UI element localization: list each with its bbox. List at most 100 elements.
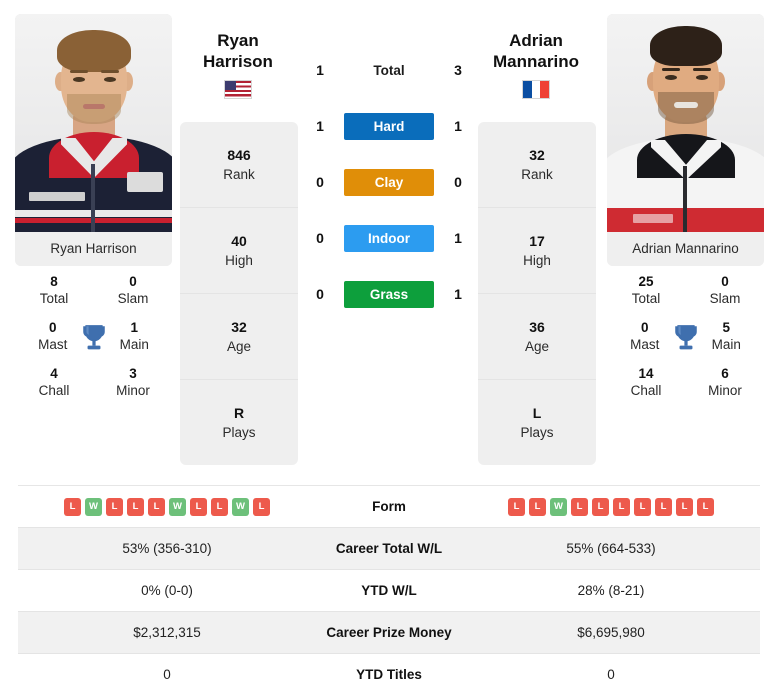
form-badge[interactable]: L <box>211 497 228 516</box>
form-badge[interactable]: L <box>634 497 651 516</box>
h2h-left-count: 0 <box>316 230 324 246</box>
surface-label-grass[interactable]: Grass <box>344 280 434 308</box>
titles-mast-right: 0 Mast <box>630 320 660 352</box>
h2h-surface-cell: Hard <box>337 112 441 140</box>
table-row-label: YTD W/L <box>361 583 417 598</box>
stat-rank-right: 32 Rank <box>478 122 596 208</box>
titles-minor-right: 6 Minor <box>708 366 742 398</box>
titles-main-left: 1 Main <box>119 320 149 352</box>
form-badge[interactable]: L <box>697 497 714 516</box>
form-badge[interactable]: L <box>253 497 270 516</box>
h2h-surface-cell: Indoor <box>337 224 441 252</box>
h2h-left-count: 1 <box>316 62 324 78</box>
table-cell-right: 0 <box>607 667 615 682</box>
player-portrait-right <box>607 14 764 232</box>
stat-label: High <box>225 252 253 268</box>
table-row: 53% (356-310) Career Total W/L 55% (664-53… <box>18 527 760 570</box>
player-portrait-left <box>15 14 172 232</box>
titles-row: 25 Total 0 Slam <box>607 274 764 308</box>
head-to-head-surfaces: 1 Total 3 1 Hard 1 0 Clay 0 0 Indoor 1 0 Grass 1 <box>303 56 475 308</box>
table-row: $2,312,315 Career Prize Money $6,695,980 <box>18 611 760 654</box>
form-badge[interactable]: L <box>655 497 672 516</box>
form-badge[interactable]: L <box>529 497 546 516</box>
stat-label: Age <box>226 338 252 354</box>
h2h-right-count: 1 <box>454 286 462 302</box>
player-comparison-page: Ryan Harrison Adrian Mannarino Ryan Harr… <box>0 0 779 699</box>
player-stats-card-right: 32 Rank 17 High 36 Age L Plays <box>478 122 596 465</box>
stat-value: 846 <box>227 146 251 163</box>
table-cell-left: $2,312,315 <box>133 625 201 640</box>
form-badge[interactable]: L <box>571 497 588 516</box>
titles-row: 0 Mast 5 Main <box>607 320 764 354</box>
surface-label-hard[interactable]: Hard <box>344 112 434 140</box>
stat-value: 17 <box>529 232 545 249</box>
form-badge[interactable]: L <box>64 497 81 516</box>
table-row-label: Career Total W/L <box>335 541 443 556</box>
surface-label-clay[interactable]: Clay <box>344 168 434 196</box>
comparison-table: L W L L L W L L W L Form L L W L L L L L L L 53% (356-310) Car… <box>18 485 760 695</box>
table-cell-right: 55% (664-533) <box>566 541 656 556</box>
table-cell-right: 28% (8-21) <box>577 583 645 598</box>
form-badge[interactable]: L <box>190 497 207 516</box>
trophy-icon <box>674 325 697 350</box>
form-badge[interactable]: L <box>127 497 144 516</box>
form-badge[interactable]: W <box>232 497 249 516</box>
h2h-left-count: 0 <box>316 286 324 302</box>
stat-value: 32 <box>529 146 545 163</box>
form-badge[interactable]: L <box>676 497 693 516</box>
form-cell-right: LLWLLLLLLL <box>462 497 760 516</box>
titles-chall-right: 14 Chall <box>630 366 662 398</box>
stat-label: Plays <box>222 424 256 440</box>
stat-plays-right: L Plays <box>478 380 596 465</box>
player-stats-card-left: 846 Rank 40 High 32 Age R Plays <box>180 122 298 465</box>
surface-label-total: Total <box>373 62 405 78</box>
stat-label: Plays <box>520 424 554 440</box>
player-title-right: Adrian Mannarino <box>476 30 596 99</box>
player-name-caption-left: Ryan Harrison <box>15 232 172 266</box>
player-first-name-right: Adrian <box>509 31 563 50</box>
player-photo-card-left[interactable]: Ryan Harrison <box>15 14 172 266</box>
stat-age-right: 36 Age <box>478 294 596 380</box>
form-badge[interactable]: W <box>550 497 567 516</box>
form-badge[interactable]: L <box>613 497 630 516</box>
form-badge[interactable]: L <box>148 497 165 516</box>
table-cell-left: 0 <box>163 667 171 682</box>
player-first-name-left: Ryan <box>217 31 259 50</box>
stat-label: Rank <box>223 166 255 182</box>
titles-row: 0 Mast 1 Main <box>15 320 172 354</box>
stat-value: 40 <box>231 232 247 249</box>
table-row: L W L L L W L L W L Form L L W L L L L L L L <box>18 486 760 527</box>
player-title-left: Ryan Harrison <box>178 30 298 99</box>
form-badge[interactable]: W <box>169 497 186 516</box>
h2h-row-grass: 0 Grass 1 <box>303 280 475 308</box>
player-titles-right: 25 Total 0 Slam 0 Mast 5 Main 14 Chall 6… <box>607 262 764 406</box>
titles-slam-right: 0 Slam <box>709 274 741 306</box>
titles-total-left: 8 Total <box>39 274 69 306</box>
us-flag-icon <box>224 80 252 99</box>
form-badge[interactable]: L <box>106 497 123 516</box>
form-badge[interactable]: L <box>508 497 525 516</box>
table-row: 0 YTD Titles 0 <box>18 654 760 695</box>
h2h-right-count: 1 <box>454 230 462 246</box>
fr-flag-icon <box>522 80 550 99</box>
stat-label: Age <box>524 338 550 354</box>
stat-label: Rank <box>521 166 553 182</box>
titles-row: 14 Chall 6 Minor <box>607 366 764 400</box>
surface-label-indoor[interactable]: Indoor <box>344 224 434 252</box>
table-cell-left: 0% (0-0) <box>141 583 193 598</box>
titles-total-right: 25 Total <box>631 274 661 306</box>
h2h-right-count: 0 <box>454 174 462 190</box>
table-cell-right: $6,695,980 <box>577 625 645 640</box>
comparison-header: Ryan Harrison Adrian Mannarino Ryan Harr… <box>0 0 779 470</box>
player-titles-left: 8 Total 0 Slam 0 Mast 1 Main 4 Chall 3 M… <box>15 262 172 406</box>
table-row-label: Career Prize Money <box>326 625 452 640</box>
form-badge[interactable]: W <box>85 497 102 516</box>
trophy-icon <box>82 325 105 350</box>
titles-mast-left: 0 Mast <box>38 320 68 352</box>
player-photo-card-right[interactable]: Adrian Mannarino <box>607 14 764 266</box>
stat-value: 32 <box>231 318 247 335</box>
form-badge[interactable]: L <box>592 497 609 516</box>
h2h-row-clay: 0 Clay 0 <box>303 168 475 196</box>
table-cell-left: 53% (356-310) <box>122 541 212 556</box>
stat-rank-left: 846 Rank <box>180 122 298 208</box>
